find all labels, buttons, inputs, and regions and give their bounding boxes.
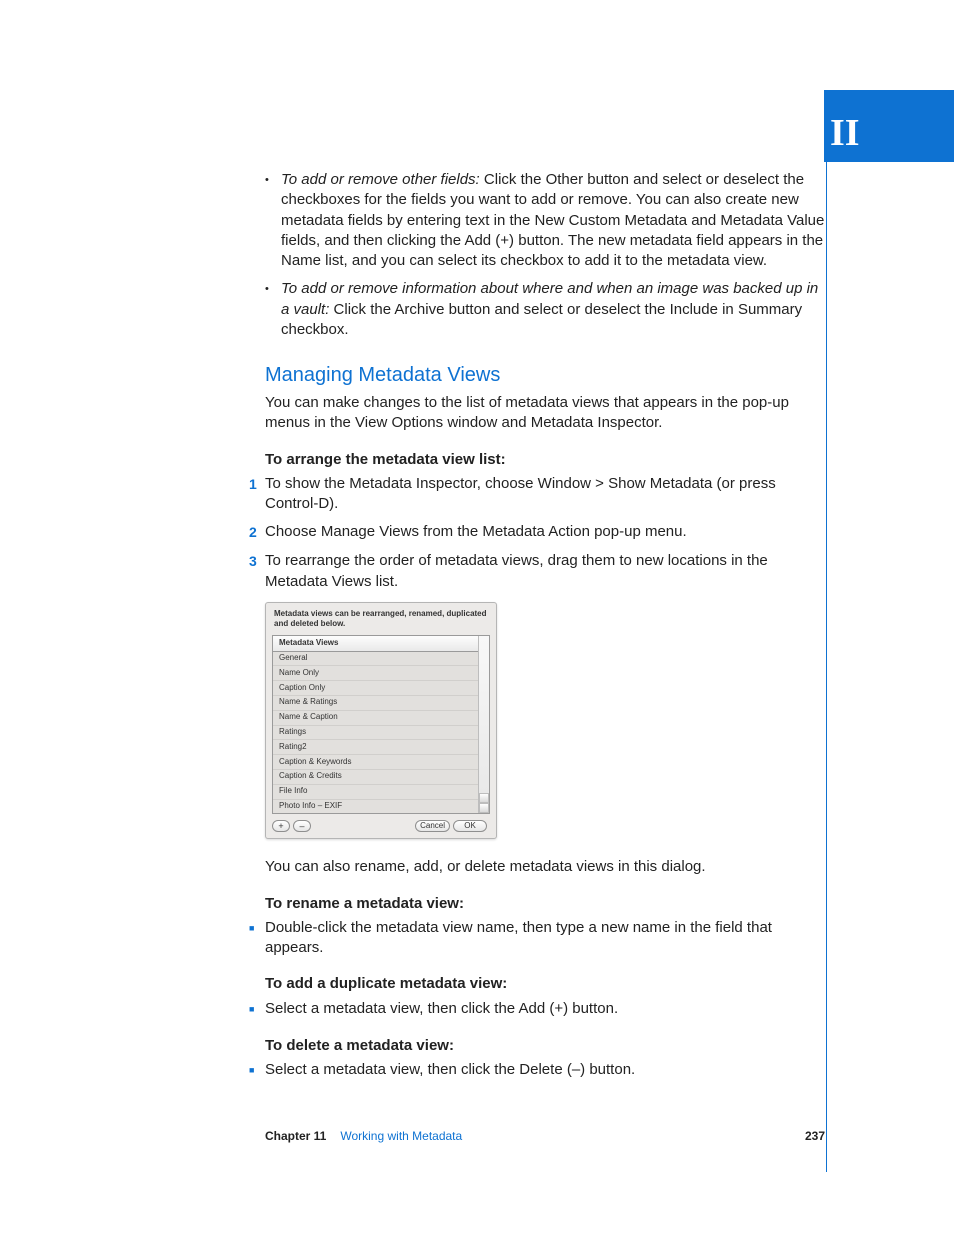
delete-heading: To delete a metadata view: — [265, 1036, 825, 1056]
list-item[interactable]: Caption Only — [273, 681, 489, 696]
square-bullet-text: Select a metadata view, then click the D… — [265, 1060, 825, 1081]
step-text: To show the Metadata Inspector, choose W… — [265, 474, 825, 515]
list-item[interactable]: Name & Caption — [273, 711, 489, 726]
square-bullet-item: ■ Double-click the metadata view name, t… — [249, 918, 825, 959]
bullet-icon: • — [265, 279, 281, 340]
bullet-lead: To add or remove other fields: — [281, 171, 480, 188]
page-footer: Chapter 11 Working with Metadata 237 — [265, 1128, 825, 1144]
square-bullet-text: Select a metadata view, then click the A… — [265, 999, 825, 1020]
step-item: 2 Choose Manage Views from the Metadata … — [249, 522, 825, 543]
cancel-button[interactable]: Cancel — [415, 820, 450, 832]
square-bullet-item: ■ Select a metadata view, then click the… — [249, 999, 825, 1020]
square-bullet-icon: ■ — [249, 999, 265, 1020]
step-item: 1 To show the Metadata Inspector, choose… — [249, 474, 825, 515]
list-item[interactable]: Ratings — [273, 726, 489, 741]
dialog-list: Metadata Views General Name Only Caption… — [272, 635, 490, 815]
list-item[interactable]: Rating2 — [273, 740, 489, 755]
divider-vertical — [826, 162, 827, 1172]
section-heading: Managing Metadata Views — [265, 362, 825, 389]
bullet-rest: Click the Archive button and select or d… — [281, 301, 802, 338]
step-number: 3 — [249, 551, 265, 592]
ok-button[interactable]: OK — [453, 820, 487, 832]
part-tab: II — [824, 90, 954, 162]
step-text: To rearrange the order of metadata views… — [265, 551, 825, 592]
add-button[interactable]: + — [272, 820, 290, 832]
square-bullet-text: Double-click the metadata view name, the… — [265, 918, 825, 959]
square-bullet-item: ■ Select a metadata view, then click the… — [249, 1060, 825, 1081]
footer-page: 237 — [805, 1128, 825, 1144]
dialog-instruction: Metadata views can be rearranged, rename… — [266, 603, 496, 635]
list-item[interactable]: Photo Info – EXIF — [273, 800, 489, 814]
list-item[interactable]: Name Only — [273, 666, 489, 681]
square-bullet-icon: ■ — [249, 918, 265, 959]
step-number: 2 — [249, 522, 265, 543]
bullet-item: • To add or remove information about whe… — [265, 279, 825, 340]
rename-heading: To rename a metadata view: — [265, 894, 825, 914]
bullet-item: • To add or remove other fields: Click t… — [265, 170, 825, 271]
dialog-list-header: Metadata Views — [273, 636, 489, 652]
step-item: 3 To rearrange the order of metadata vie… — [249, 551, 825, 592]
list-item[interactable]: Caption & Keywords — [273, 755, 489, 770]
square-bullet-icon: ■ — [249, 1060, 265, 1081]
remove-button[interactable]: – — [293, 820, 311, 832]
arrange-heading: To arrange the metadata view list: — [265, 450, 825, 470]
section-intro: You can make changes to the list of meta… — [265, 393, 825, 434]
footer-chapter: Chapter 11 — [265, 1128, 326, 1144]
after-dialog-text: You can also rename, add, or delete meta… — [265, 857, 825, 877]
duplicate-heading: To add a duplicate metadata view: — [265, 974, 825, 994]
list-item[interactable]: Name & Ratings — [273, 696, 489, 711]
list-item[interactable]: Caption & Credits — [273, 770, 489, 785]
bullet-icon: • — [265, 170, 281, 271]
list-item[interactable]: File Info — [273, 785, 489, 800]
dialog-footer: + – Cancel OK — [266, 814, 496, 838]
part-number: II — [830, 112, 860, 154]
bullet-text: To add or remove information about where… — [281, 279, 825, 340]
page-content: • To add or remove other fields: Click t… — [265, 170, 825, 1089]
footer-title: Working with Metadata — [340, 1128, 462, 1144]
step-number: 1 — [249, 474, 265, 515]
list-item[interactable]: General — [273, 652, 489, 667]
metadata-views-dialog: Metadata views can be rearranged, rename… — [265, 602, 497, 840]
scrollbar[interactable] — [478, 636, 489, 814]
step-text: Choose Manage Views from the Metadata Ac… — [265, 522, 825, 543]
bullet-text: To add or remove other fields: Click the… — [281, 170, 825, 271]
